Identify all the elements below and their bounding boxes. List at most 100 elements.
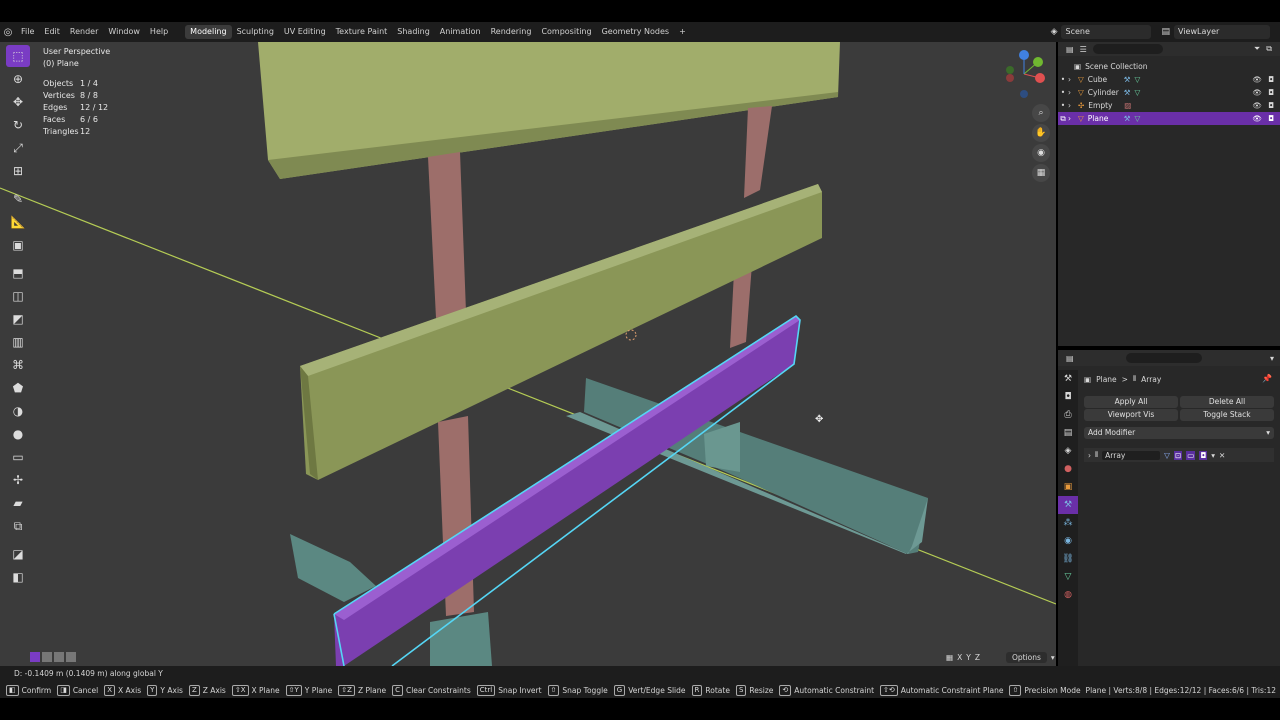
constraints-tab-icon[interactable]: ⛓ xyxy=(1058,550,1078,568)
loop-cut-tool-icon[interactable]: ▥ xyxy=(6,331,30,353)
delete-all-button[interactable]: Delete All xyxy=(1180,396,1274,408)
select-intersect-icon[interactable] xyxy=(66,652,76,662)
visibility-eye-icon[interactable]: 👁 xyxy=(1253,75,1263,84)
scene-selector[interactable]: Scene xyxy=(1061,25,1152,39)
visibility-eye-icon[interactable]: 👁 xyxy=(1253,88,1263,97)
chevron-down-icon[interactable]: ▾ xyxy=(1270,354,1274,363)
display-mode-icon[interactable]: ☰ xyxy=(1080,45,1087,54)
bevel-tool-icon[interactable]: ◩ xyxy=(6,308,30,330)
scene-tab-icon[interactable]: ◈ xyxy=(1058,442,1078,460)
tab-modeling[interactable]: Modeling xyxy=(185,25,232,39)
tab-animation[interactable]: Animation xyxy=(435,25,486,39)
close-icon[interactable]: ✕ xyxy=(1219,451,1225,460)
object-tab-icon[interactable]: ▣ xyxy=(1058,478,1078,496)
modifier-tab-icon[interactable]: ⚒ xyxy=(1058,496,1078,514)
outliner-item-cylinder[interactable]: • › ▽ Cylinder ⚒ ▽ 👁 ◘ xyxy=(1058,86,1280,99)
edge-slide-tool-icon[interactable]: ▭ xyxy=(6,446,30,468)
menu-edit[interactable]: Edit xyxy=(39,22,65,42)
data-tab-icon[interactable]: ▽ xyxy=(1058,568,1078,586)
extrude-tool-icon[interactable]: ⬒ xyxy=(6,262,30,284)
edit-mode-icon[interactable]: ▽ xyxy=(1164,451,1170,460)
mesh-tool-icon[interactable]: ◧ xyxy=(6,566,30,588)
material-tab-icon[interactable]: ◍ xyxy=(1058,586,1078,604)
select-subtract-icon[interactable] xyxy=(54,652,64,662)
add-cube-tool-icon[interactable]: ▣ xyxy=(6,234,30,256)
shrink-tool-icon[interactable]: ✢ xyxy=(6,469,30,491)
search-field[interactable] xyxy=(1092,44,1163,54)
new-collection-icon[interactable]: ⧉ xyxy=(1266,44,1272,54)
render-camera-icon[interactable]: ◘ xyxy=(1268,88,1274,97)
render-camera-icon[interactable]: ◘ xyxy=(1268,101,1274,110)
tool-tab-icon[interactable]: ⚒ xyxy=(1058,370,1078,388)
3d-viewport[interactable]: ✥ xyxy=(0,42,1056,666)
inset-tool-icon[interactable]: ◫ xyxy=(6,285,30,307)
particles-tab-icon[interactable]: ⁂ xyxy=(1058,514,1078,532)
output-tab-icon[interactable]: ⎙ xyxy=(1058,406,1078,424)
select-new-icon[interactable] xyxy=(30,652,40,662)
outliner-item-empty[interactable]: • › ✣ Empty ▨ 👁 ◘ xyxy=(1058,99,1280,112)
annotate-tool-icon[interactable]: ✎ xyxy=(6,188,30,210)
rotate-tool-icon[interactable]: ↻ xyxy=(6,114,30,136)
visibility-eye-icon[interactable]: 👁 xyxy=(1253,101,1263,110)
world-tab-icon[interactable]: ● xyxy=(1058,460,1078,478)
tab-sculpting[interactable]: Sculpting xyxy=(232,25,279,39)
smooth-tool-icon[interactable]: ● xyxy=(6,423,30,445)
properties-search-field[interactable] xyxy=(1125,353,1202,363)
transform-tool-icon[interactable]: ⊞ xyxy=(6,160,30,182)
modifier-name-field[interactable]: Array xyxy=(1102,450,1161,460)
edit-tool-icon[interactable]: ◪ xyxy=(6,543,30,565)
tab-texture-paint[interactable]: Texture Paint xyxy=(331,25,393,39)
measure-tool-icon[interactable]: 📐 xyxy=(6,211,30,233)
viewlayer-selector[interactable]: ViewLayer xyxy=(1174,25,1270,39)
tab-rendering[interactable]: Rendering xyxy=(486,25,537,39)
physics-tab-icon[interactable]: ◉ xyxy=(1058,532,1078,550)
menu-help[interactable]: Help xyxy=(145,22,173,42)
blender-logo-icon[interactable]: ◎ xyxy=(0,27,16,38)
tab-shading[interactable]: Shading xyxy=(392,25,435,39)
apply-all-button[interactable]: Apply All xyxy=(1084,396,1178,408)
pin-icon[interactable]: 📌 xyxy=(1262,374,1272,383)
render-tab-icon[interactable]: ◘ xyxy=(1058,388,1078,406)
expand-chevron-icon[interactable]: › xyxy=(1088,451,1091,460)
add-modifier-dropdown[interactable]: Add Modifier ▾ xyxy=(1084,427,1274,439)
grid-view-icon[interactable]: ▦ xyxy=(1032,164,1050,182)
modifier-array-panel[interactable]: › ⫴ Array ▽ ⊡ ▭ ◘ ▾ ✕ xyxy=(1084,448,1274,462)
on-cage-icon[interactable]: ⊡ xyxy=(1173,450,1183,460)
scale-tool-icon[interactable]: ⤢ xyxy=(6,137,30,159)
axis-y-toggle[interactable]: Y xyxy=(966,653,971,662)
shear-tool-icon[interactable]: ▰ xyxy=(6,492,30,514)
viewport-vis-button[interactable]: Viewport Vis xyxy=(1084,409,1178,421)
rip-tool-icon[interactable]: ⧉ xyxy=(6,515,30,537)
poly-build-tool-icon[interactable]: ⬟ xyxy=(6,377,30,399)
cursor-tool-icon[interactable]: ⊕ xyxy=(6,68,30,90)
select-box-icon[interactable]: ⬚ xyxy=(6,45,30,67)
tab-geometry-nodes[interactable]: Geometry Nodes xyxy=(597,25,674,39)
render-icon[interactable]: ◘ xyxy=(1199,450,1208,460)
spin-tool-icon[interactable]: ◑ xyxy=(6,400,30,422)
outliner-item-plane[interactable]: ⧉ › ▽ Plane ⚒ ▽ 👁 ◘ xyxy=(1058,112,1280,125)
render-camera-icon[interactable]: ◘ xyxy=(1268,75,1274,84)
axis-z-toggle[interactable]: Z xyxy=(975,653,980,662)
outliner-item-cube[interactable]: • › ▽ Cube ⚒ ▽ 👁 ◘ xyxy=(1058,73,1280,86)
options-button[interactable]: Options xyxy=(1005,652,1047,663)
visibility-eye-icon[interactable]: 👁 xyxy=(1253,114,1263,123)
view-layer-tab-icon[interactable]: ▤ xyxy=(1058,424,1078,442)
move-tool-icon[interactable]: ✥ xyxy=(6,91,30,113)
menu-file[interactable]: File xyxy=(16,22,39,42)
editor-type-icon[interactable]: ▤ xyxy=(1066,45,1074,54)
modifier-menu-icon[interactable]: ▾ xyxy=(1211,451,1215,460)
tab-compositing[interactable]: Compositing xyxy=(536,25,596,39)
select-extend-icon[interactable] xyxy=(42,652,52,662)
knife-tool-icon[interactable]: ⌘ xyxy=(6,354,30,376)
navigation-gizmo[interactable] xyxy=(1002,48,1050,100)
tab-uv-editing[interactable]: UV Editing xyxy=(279,25,331,39)
hand-pan-icon[interactable]: ✋ xyxy=(1032,124,1050,142)
zoom-icon[interactable]: ⌕ xyxy=(1032,104,1050,122)
realtime-icon[interactable]: ▭ xyxy=(1186,450,1196,460)
filter-icon[interactable]: ⏷ xyxy=(1254,44,1260,54)
add-workspace-button[interactable]: + xyxy=(674,22,691,42)
camera-icon[interactable]: ◉ xyxy=(1032,144,1050,162)
axis-x-toggle[interactable]: X xyxy=(957,653,962,662)
editor-type-icon[interactable]: ▤ xyxy=(1066,354,1074,363)
scene-collection-row[interactable]: ▣ Scene Collection xyxy=(1058,60,1280,73)
